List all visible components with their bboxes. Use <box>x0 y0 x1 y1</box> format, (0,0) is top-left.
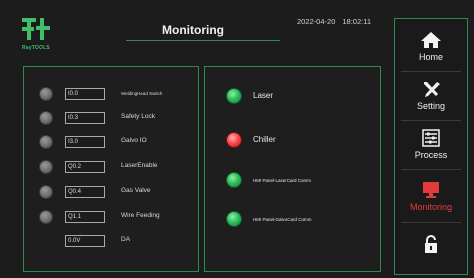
nav-divider <box>401 169 461 170</box>
io-label: Wire Feeding <box>121 212 160 219</box>
status-lamp <box>227 173 241 187</box>
io-row: 0.0V DA <box>24 233 198 249</box>
sliders-icon <box>422 129 440 147</box>
nav-label: Process <box>414 150 448 160</box>
tools-icon <box>424 82 440 97</box>
io-row: Q0.2 LaserEnable <box>24 159 198 175</box>
date-text: 2022-04-20 <box>297 17 336 26</box>
io-lamp <box>40 186 52 198</box>
io-lamp <box>40 112 52 124</box>
io-address: I0.0 <box>65 88 105 100</box>
nav-process[interactable]: Process <box>395 125 467 165</box>
io-lamp <box>40 136 52 148</box>
title-underline <box>126 40 280 41</box>
status-label: HMI Panel-LaserCard Comm <box>253 178 312 183</box>
nav-label: Monitoring <box>409 202 453 212</box>
page-title: Monitoring <box>162 23 224 37</box>
status-row: HMI Panel-GalvoCard Comm <box>205 210 380 228</box>
status-panel: Laser Chiller HMI Panel-LaserCard Comm H… <box>204 66 381 272</box>
nav-label: Home <box>418 52 443 62</box>
io-label: Gas Valve <box>121 187 151 194</box>
nav-label: Setting <box>416 101 446 111</box>
io-row: I0.3 Safety Lock <box>24 110 198 126</box>
home-icon <box>421 32 441 48</box>
nav-setting[interactable]: Setting <box>395 76 467 116</box>
io-address: I3.0 <box>65 136 105 148</box>
status-row: Laser <box>205 87 380 105</box>
status-lamp <box>227 212 241 226</box>
status-label: Chiller <box>253 135 276 144</box>
io-address: Q0.2 <box>65 161 105 173</box>
nav-home[interactable]: Home <box>395 27 467 67</box>
lock-icon <box>425 235 437 253</box>
io-row: Q0.4 Gas Valve <box>24 184 198 200</box>
io-lamp <box>40 211 52 223</box>
da-value: 0.0V <box>65 235 105 247</box>
datetime: 2022-04-20 18:02:11 <box>297 17 371 26</box>
io-row: I3.0 Galvo IO <box>24 134 198 150</box>
sidebar-nav: Home Setting Process Monitoring <box>394 18 468 275</box>
nav-divider <box>401 120 461 121</box>
monitor-icon <box>423 182 439 198</box>
status-lamp <box>227 133 241 147</box>
io-label: LaserEnable <box>121 162 158 169</box>
brand-name: RayTOOLS <box>22 45 50 51</box>
io-lamp <box>40 88 52 100</box>
nav-divider <box>401 222 461 223</box>
io-lamp <box>40 161 52 173</box>
io-label: Safety Lock <box>121 113 155 120</box>
io-label: DA <box>121 236 131 243</box>
status-lamp <box>227 89 241 103</box>
io-address: Q1.1 <box>65 211 105 223</box>
io-row: I0.0 WeldingHead Switch <box>24 86 198 102</box>
status-label: HMI Panel-GalvoCard Comm <box>253 217 312 222</box>
time-text: 18:02:11 <box>342 17 372 26</box>
status-row: Chiller <box>205 131 380 149</box>
nav-divider <box>401 71 461 72</box>
nav-lock[interactable] <box>395 231 467 271</box>
io-panel: I0.0 WeldingHead Switch I0.3 Safety Lock… <box>23 66 199 272</box>
io-label: Galvo IO <box>121 137 147 144</box>
io-row: Q1.1 Wire Feeding <box>24 209 198 225</box>
status-row: HMI Panel-LaserCard Comm <box>205 171 380 189</box>
io-address: Q0.4 <box>65 186 105 198</box>
status-label: Laser <box>253 91 274 100</box>
nav-monitoring[interactable]: Monitoring <box>395 177 467 217</box>
hmi-screen: RayTOOLS Monitoring 2022-04-20 18:02:11 I… <box>0 0 474 278</box>
io-label: WeldingHead Switch <box>121 91 163 96</box>
io-address: I0.3 <box>65 112 105 124</box>
